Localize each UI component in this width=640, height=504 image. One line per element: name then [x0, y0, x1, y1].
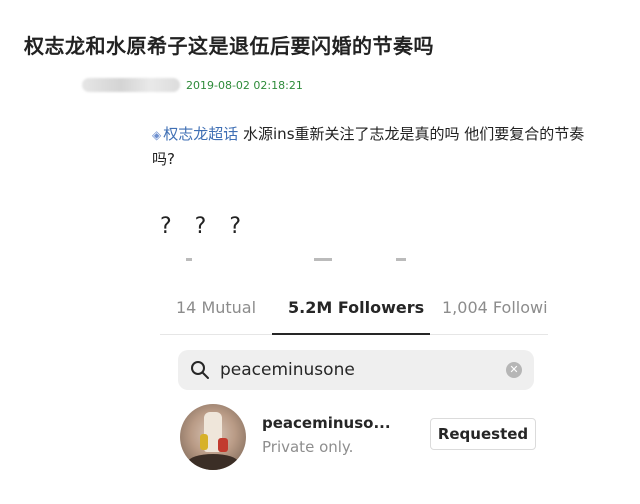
follow-tabs: 14 Mutual 5.2M Followers 1,004 Followi [160, 284, 548, 335]
question-marks: ? ? ? [160, 214, 250, 239]
user-subtitle: Private only. [262, 438, 354, 456]
topic-link[interactable]: ◈ 权志龙超话 [152, 125, 238, 143]
user-list-item[interactable]: peaceminuso... Private only. Requested [180, 404, 540, 470]
super-topic-icon: ◈ [152, 128, 162, 142]
tab-followers[interactable]: 5.2M Followers [288, 298, 424, 317]
post-body: ◈ 权志龙超话 水源ins重新关注了志龙是真的吗 他们要复合的节奏吗? [152, 122, 592, 171]
post-title: 权志龙和水原希子这是退伍后要闪婚的节奏吗 [24, 34, 434, 58]
post-meta: 2019-08-02 02:18:21 [82, 76, 303, 94]
clear-search-icon[interactable]: ✕ [506, 362, 522, 378]
tab-following[interactable]: 1,004 Followi [442, 298, 548, 317]
active-tab-indicator [272, 333, 430, 335]
search-icon [191, 361, 209, 379]
post-timestamp: 2019-08-02 02:18:21 [186, 78, 303, 92]
avatar[interactable] [180, 404, 246, 470]
requested-button[interactable]: Requested [430, 418, 536, 450]
search-bar[interactable]: peaceminusone ✕ [178, 350, 534, 390]
username[interactable]: peaceminuso... [262, 414, 391, 432]
cropped-header-fragment [160, 256, 548, 270]
author-name-blurred[interactable] [82, 78, 180, 92]
search-input[interactable]: peaceminusone [220, 360, 355, 380]
tab-mutual[interactable]: 14 Mutual [176, 298, 256, 317]
topic-label: 权志龙超话 [163, 125, 239, 143]
instagram-screenshot: 14 Mutual 5.2M Followers 1,004 Followi p… [160, 256, 548, 504]
